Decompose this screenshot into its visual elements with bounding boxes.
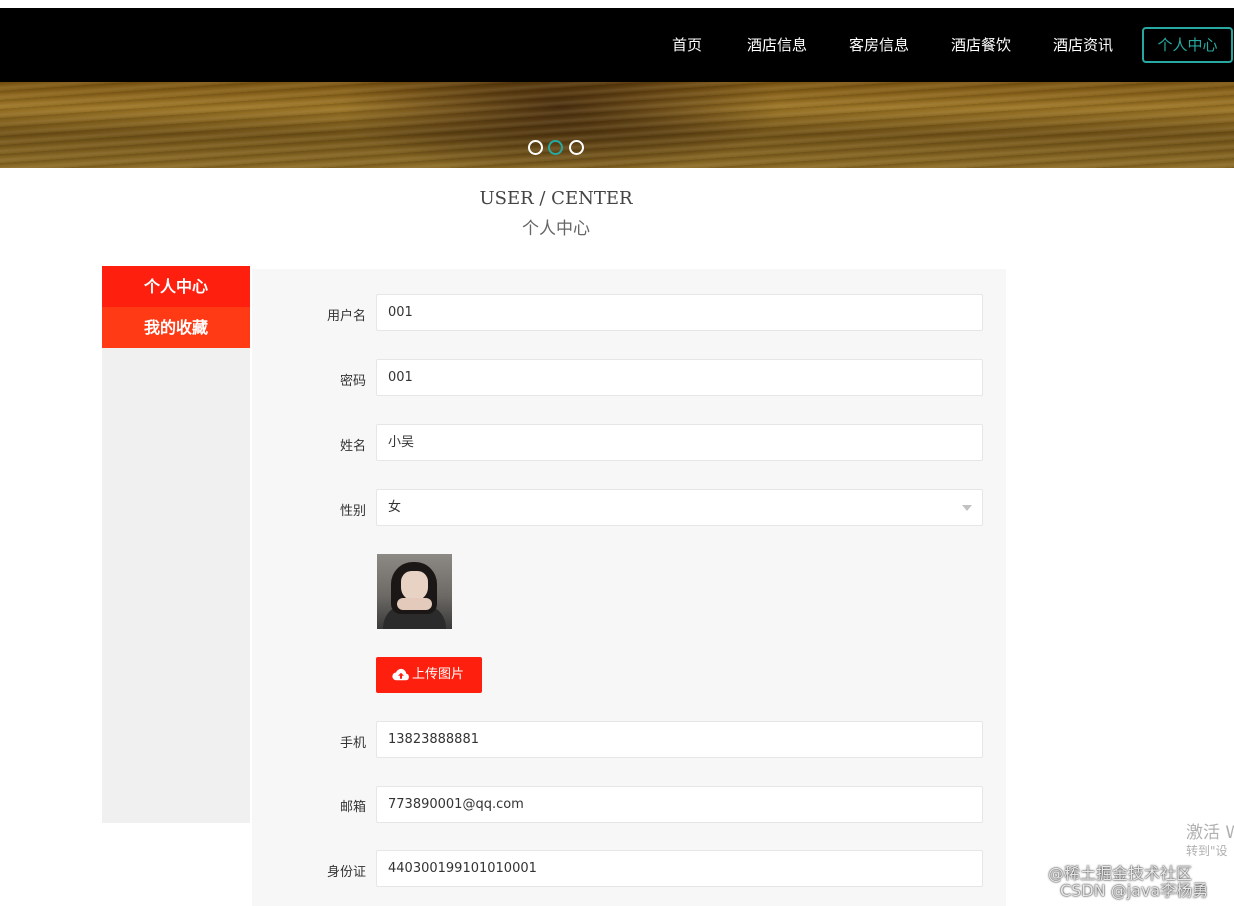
windows-activation-watermark: 激活 W	[1186, 823, 1234, 843]
sidebar-item-user-center[interactable]: 个人中心	[102, 266, 250, 307]
name-label: 姓名	[339, 439, 366, 454]
banner-carousel	[0, 82, 1234, 168]
email-label: 邮箱	[339, 800, 366, 815]
page-title-cn: 个人中心	[522, 219, 590, 239]
name-input[interactable]: 小吴	[376, 424, 983, 461]
nav-hotel-news[interactable]: 酒店资讯	[1053, 34, 1113, 56]
upload-button-label: 上传图片	[412, 667, 465, 682]
carousel-dot-1[interactable]	[528, 140, 543, 155]
cloud-upload-icon	[392, 668, 409, 681]
id-card-input[interactable]: 440300199101010001	[376, 850, 983, 887]
profile-form: 用户名 001 密码 001 姓名 小吴 性别 女 上传图片 手机 138238…	[252, 269, 1006, 906]
username-input[interactable]: 001	[376, 294, 983, 331]
nav-home[interactable]: 首页	[672, 34, 702, 56]
site-watermark-csdn: CSDN @java李杨勇	[1060, 881, 1209, 900]
top-strip	[0, 0, 1234, 8]
avatar	[377, 554, 452, 629]
phone-label: 手机	[339, 736, 366, 751]
nav-user-center[interactable]: 个人中心	[1142, 27, 1233, 63]
gender-select-value: 女	[388, 500, 402, 515]
username-label: 用户名	[326, 309, 366, 324]
gender-select[interactable]: 女	[376, 489, 983, 526]
nav-room-info[interactable]: 客房信息	[849, 34, 909, 56]
sidebar-item-favorites[interactable]: 我的收藏	[102, 307, 250, 348]
email-input[interactable]: 773890001@qq.com	[376, 786, 983, 823]
page-title-en: USER / CENTER	[479, 188, 633, 209]
carousel-dot-2[interactable]	[548, 140, 563, 155]
chevron-down-icon	[962, 505, 972, 511]
windows-activation-hint: 转到"设	[1186, 844, 1228, 858]
id-card-label: 身份证	[326, 865, 366, 880]
nav-hotel-dining[interactable]: 酒店餐饮	[951, 34, 1011, 56]
password-label: 密码	[339, 374, 366, 389]
top-navbar: 首页 酒店信息 客房信息 酒店餐饮 酒店资讯 个人中心	[0, 8, 1234, 82]
upload-image-button[interactable]: 上传图片	[376, 657, 482, 693]
phone-input[interactable]: 13823888881	[376, 721, 983, 758]
sidebar: 个人中心 我的收藏	[102, 266, 250, 823]
password-input[interactable]: 001	[376, 359, 983, 396]
nav-hotel-info[interactable]: 酒店信息	[747, 34, 807, 56]
carousel-dot-3[interactable]	[569, 140, 584, 155]
gender-label: 性别	[339, 504, 366, 519]
